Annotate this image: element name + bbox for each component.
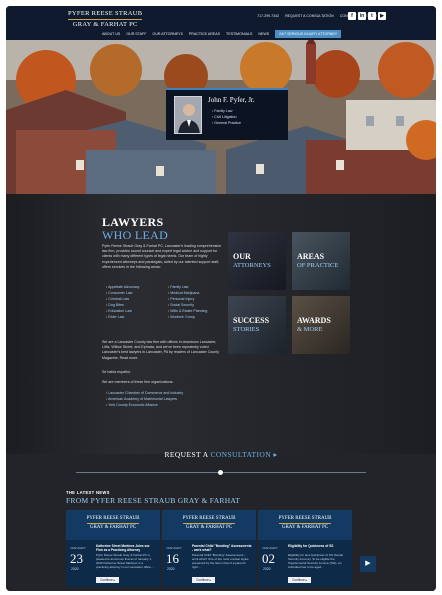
intro-paragraph: Pyfer Reese Straub Gray & Farhat PC, Lan… [102,244,222,269]
continue-button[interactable]: Continue ▸ [288,577,312,583]
news-card[interactable]: PYFER REESE STRAUB GRAY & FARHAT PC JANU… [258,510,352,587]
lawyers-heading-b: WHO LEAD [102,228,169,242]
news-label: THE LATEST NEWS [66,490,110,495]
card-logo-line-1: PYFER REESE STRAUB [86,516,140,521]
news-next-arrow-icon[interactable]: ▶ [360,556,376,572]
tile-subtitle: OF PRACTICE [297,262,339,269]
tile-subtitle: & MORE [297,326,323,333]
specialty-item[interactable]: General Practice [212,120,241,126]
tile-title: AWARDS [297,316,331,325]
news-card[interactable]: PYFER REESE STRAUB GRAY & FARHAT PC JANU… [162,510,256,587]
phone-link[interactable]: 717.299.7342 [257,14,279,18]
attorney-photo [174,96,202,134]
main-content: LAWYERS WHO LEAD Pyfer Reese Straub Gray… [6,194,436,591]
lawyers-heading: LAWYERS WHO LEAD [102,216,168,242]
twitter-icon[interactable]: t [368,12,376,20]
tile-subtitle: STORIES [233,326,260,333]
card-logo-line-1: PYFER REESE STRAUB [278,516,332,521]
card-excerpt: Parental Child "Bonding" Assessments – w… [192,553,249,569]
card-year: 2020 [167,567,175,571]
card-body: JANUARY 02 2020 Eligibility for Quicknes… [258,540,352,587]
card-month: JANUARY [262,546,279,550]
nav-practice-areas[interactable]: PRACTICE AREAS [189,32,220,36]
request-a: REQUEST A [164,450,209,459]
practice-area-link[interactable]: Elder Law [106,314,164,320]
tile-success-stories[interactable]: SUCCESS STORIES [228,296,286,354]
card-logo-rule [183,522,235,524]
linkedin-icon[interactable]: in [358,12,366,20]
card-logo-rule [87,522,139,524]
nav-testimonials[interactable]: TESTIMONIALS [226,32,252,36]
card-month: JANUARY [70,546,87,550]
nav-about-us[interactable]: ABOUT US [102,32,120,36]
card-excerpt: Pyfer Reese Straub Gray & Farhat PC is p… [96,553,154,569]
practice-areas-list: Appellate Advocacy Family Law Consumer L… [106,284,226,320]
tile-our-attorneys[interactable]: OUR ATTORNEYS [228,232,286,290]
card-headline[interactable]: Parental Child "Bonding" Assessments - w… [192,544,252,552]
nav-our-attorneys[interactable]: OUR ATTORNEYS [152,32,182,36]
tile-title: AREAS [297,252,325,261]
page: PYFER REESE STRAUB GRAY & FARHAT PC 717.… [6,6,436,591]
divider-dot [218,470,223,475]
news-title: FROM PYFER REESE STRAUB GRAY & FARHAT [66,496,241,505]
content-background [6,194,436,454]
practice-area-link[interactable]: Workers' Comp [168,314,226,320]
card-logo-line-1: PYFER REESE STRAUB [182,516,236,521]
continue-button[interactable]: Continue ▸ [96,577,120,583]
request-b: CONSULTATION ▸ [210,450,278,459]
card-month: JANUARY [166,546,183,550]
logo-line-1: PYFER REESE STRAUB [68,10,143,17]
card-body: JANUARY 23 2020 Katherine Street Martine… [66,540,160,587]
card-logo: PYFER REESE STRAUB GRAY & FARHAT PC [66,516,160,530]
card-day: 02 [262,551,275,566]
news-card[interactable]: PYFER REESE STRAUB GRAY & FARHAT PC JANU… [66,510,160,587]
card-logo-line-2: GRAY & FARHAT PC [281,524,329,530]
logo-line-2: GRAY & FARHAT PC [72,20,138,28]
attorney-specialties: Family Law Civil Litigation General Prac… [212,108,241,126]
nav-our-staff[interactable]: OUR STAFF [126,32,146,36]
youtube-icon[interactable]: ▶ [378,12,386,20]
card-logo: PYFER REESE STRAUB GRAY & FARHAT PC [162,516,256,530]
card-headline[interactable]: Katherine Street Martinez Joins our Firm… [96,544,156,552]
attorney-profile-card[interactable]: John F. Pyfer, Jr. Family Law Civil Liti… [166,88,288,140]
continue-button[interactable]: Continue ▸ [192,577,216,583]
tile-title: OUR [233,252,251,261]
card-year: 2020 [263,567,271,571]
request-consultation-link[interactable]: REQUEST A CONSULTATION [285,14,334,18]
tile-awards-and-more[interactable]: AWARDS & MORE [292,296,350,354]
organization-link[interactable]: York County Economic Alliance [106,402,183,408]
firm-logo[interactable]: PYFER REESE STRAUB GRAY & FARHAT PC [68,10,143,28]
tile-subtitle: ATTORNEYS [233,262,271,269]
main-nav: ABOUT US OUR STAFF OUR ATTORNEYS PRACTIC… [102,30,342,38]
attorney-name: John F. Pyfer, Jr. [208,96,255,104]
tile-title: SUCCESS [233,316,270,325]
card-year: 2020 [71,567,79,571]
tile-areas-of-practice[interactable]: AREAS OF PRACTICE [292,232,350,290]
social-links: f in t ▶ [348,12,386,20]
card-excerpt: Eligibility for and Quickness of SS (Soc… [288,553,343,569]
facebook-icon[interactable]: f [348,12,356,20]
spanish-note: Se habla español. [102,370,131,374]
card-day: 16 [166,551,179,566]
nav-injury-attorney-button[interactable]: 24/7 SERIOUS INJURY ATTORNEY [275,30,342,38]
organizations-list: Lancaster Chamber of Commerce and Indust… [106,390,183,408]
request-consultation-cta[interactable]: REQUEST A CONSULTATION ▸ [6,450,436,459]
memberships-intro: We are members of these fine organizatio… [102,380,174,384]
card-logo-rule [279,522,331,524]
card-body: JANUARY 16 2020 Parental Child "Bonding"… [162,540,256,587]
nav-news[interactable]: NEWS [258,32,269,36]
site-header: PYFER REESE STRAUB GRAY & FARHAT PC 717.… [6,6,436,40]
card-logo-line-2: GRAY & FARHAT PC [185,524,233,530]
offices-paragraph: We are a Lancaster County law firm with … [102,340,220,360]
hero-image: John F. Pyfer, Jr. Family Law Civil Liti… [6,40,436,194]
card-headline[interactable]: Eligibility for Quickness of SS [288,544,348,548]
card-logo-line-2: GRAY & FARHAT PC [89,524,137,530]
logo-rule [68,18,143,20]
card-logo: PYFER REESE STRAUB GRAY & FARHAT PC [258,516,352,530]
card-day: 23 [70,551,83,566]
